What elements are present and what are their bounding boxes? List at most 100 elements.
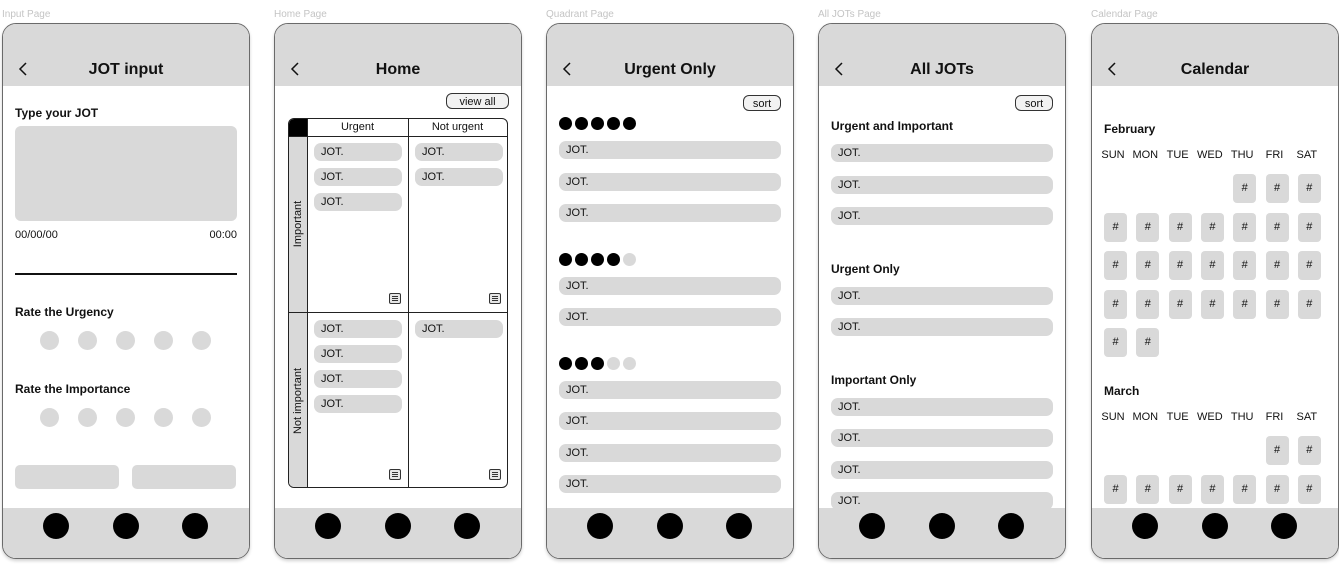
jot-item[interactable]: JOT. — [559, 141, 781, 159]
sort-button[interactable]: sort — [1015, 95, 1053, 111]
view-all-button[interactable]: view all — [446, 93, 509, 109]
calendar-day[interactable]: # — [1297, 289, 1321, 319]
calendar-day[interactable]: # — [1104, 289, 1127, 319]
jot-item[interactable]: JOT. — [559, 443, 781, 462]
cancel-button[interactable] — [15, 465, 119, 489]
calendar-day[interactable]: # — [1136, 251, 1160, 280]
calendar-day[interactable]: # — [1104, 328, 1127, 357]
nav-circle-icon[interactable] — [385, 513, 411, 539]
nav-circle-icon[interactable] — [1132, 513, 1158, 539]
hamburger-menu-icon[interactable] — [389, 469, 401, 480]
nav-circle-icon[interactable] — [315, 513, 341, 539]
jot-item[interactable]: JOT. — [314, 193, 402, 211]
jot-item[interactable]: JOT. — [831, 286, 1053, 305]
calendar-day[interactable]: # — [1265, 474, 1289, 504]
rating-dot[interactable] — [192, 408, 211, 427]
rating-dot[interactable] — [154, 331, 173, 350]
jot-item[interactable]: JOT. — [559, 475, 781, 493]
calendar-day[interactable]: # — [1265, 212, 1289, 242]
rating-dot[interactable] — [116, 408, 135, 427]
jot-item[interactable]: JOT. — [559, 172, 781, 191]
calendar-day[interactable]: # — [1265, 436, 1289, 465]
calendar-day[interactable]: # — [1168, 251, 1192, 280]
header: Calendar — [1092, 24, 1338, 86]
nav-circle-icon[interactable] — [1271, 513, 1297, 539]
calendar-day[interactable]: # — [1297, 212, 1321, 242]
jot-item[interactable]: JOT. — [831, 207, 1053, 225]
rating-dot[interactable] — [192, 331, 211, 350]
nav-circle-icon[interactable] — [657, 513, 683, 539]
nav-circle-icon[interactable] — [1202, 513, 1228, 539]
calendar-day[interactable]: # — [1297, 436, 1321, 465]
calendar-day[interactable]: # — [1104, 251, 1127, 280]
nav-circle-icon[interactable] — [182, 513, 208, 539]
hamburger-menu-icon[interactable] — [389, 293, 401, 304]
calendar-day[interactable]: # — [1136, 212, 1160, 242]
calendar-day[interactable]: # — [1297, 251, 1321, 280]
jot-item[interactable]: JOT. — [831, 144, 1053, 162]
jot-item[interactable]: JOT. — [831, 492, 1053, 508]
jot-item[interactable]: JOT. — [314, 370, 402, 388]
calendar-day[interactable]: # — [1233, 212, 1257, 242]
rating-dot[interactable] — [78, 408, 97, 427]
nav-circle-icon[interactable] — [43, 513, 69, 539]
nav-circle-icon[interactable] — [859, 513, 885, 539]
jot-item[interactable]: JOT. — [831, 175, 1053, 194]
calendar-day[interactable]: # — [1136, 328, 1160, 357]
jot-item[interactable]: JOT. — [831, 460, 1053, 479]
jot-textarea[interactable] — [15, 126, 237, 221]
rating-dot[interactable] — [116, 331, 135, 350]
save-button[interactable] — [132, 465, 236, 489]
calendar-day[interactable]: # — [1136, 289, 1160, 319]
rating-dot[interactable] — [40, 331, 59, 350]
jot-item[interactable]: JOT. — [831, 318, 1053, 336]
calendar-day[interactable]: # — [1136, 474, 1160, 504]
calendar-day[interactable]: # — [1297, 474, 1321, 504]
calendar-day[interactable]: # — [1233, 474, 1257, 504]
calendar-day[interactable]: # — [1200, 474, 1224, 504]
sort-button[interactable]: sort — [743, 95, 781, 111]
nav-circle-icon[interactable] — [113, 513, 139, 539]
rating-dot[interactable] — [154, 408, 173, 427]
hamburger-menu-icon[interactable] — [489, 293, 501, 304]
jot-item[interactable]: JOT. — [559, 412, 781, 430]
calendar-day[interactable]: # — [1233, 289, 1257, 319]
calendar-day[interactable]: # — [1200, 251, 1224, 280]
calendar-day[interactable]: # — [1233, 174, 1257, 203]
jot-item[interactable]: JOT. — [314, 395, 402, 413]
nav-circle-icon[interactable] — [587, 513, 613, 539]
jot-item[interactable]: JOT. — [415, 320, 503, 338]
nav-circle-icon[interactable] — [726, 513, 752, 539]
hamburger-menu-icon[interactable] — [489, 469, 501, 480]
calendar-day[interactable]: # — [1104, 212, 1127, 242]
calendar-content: February SUN MON TUE WED THU FRI SAT # # # # # # # # # # #… — [1092, 86, 1338, 508]
calendar-day[interactable]: # — [1104, 474, 1127, 504]
calendar-day[interactable]: # — [1168, 289, 1192, 319]
nav-circle-icon[interactable] — [454, 513, 480, 539]
calendar-day[interactable]: # — [1265, 251, 1289, 280]
jot-item[interactable]: JOT. — [415, 143, 503, 161]
jot-item[interactable]: JOT. — [559, 276, 781, 295]
jot-item[interactable]: JOT. — [314, 320, 402, 338]
calendar-day[interactable]: # — [1265, 174, 1289, 203]
calendar-day[interactable]: # — [1168, 212, 1192, 242]
calendar-day[interactable]: # — [1200, 289, 1224, 319]
jot-item[interactable]: JOT. — [831, 397, 1053, 416]
rating-dot[interactable] — [40, 408, 59, 427]
calendar-day[interactable]: # — [1200, 212, 1224, 242]
jot-item[interactable]: JOT. — [559, 380, 781, 399]
calendar-day[interactable]: # — [1265, 289, 1289, 319]
jot-item[interactable]: JOT. — [559, 204, 781, 222]
jot-item[interactable]: JOT. — [314, 345, 402, 363]
nav-circle-icon[interactable] — [929, 513, 955, 539]
jot-item[interactable]: JOT. — [415, 168, 503, 186]
jot-item[interactable]: JOT. — [314, 143, 402, 161]
rating-dot[interactable] — [78, 331, 97, 350]
calendar-day[interactable]: # — [1233, 251, 1257, 280]
jot-item[interactable]: JOT. — [831, 429, 1053, 447]
calendar-day[interactable]: # — [1297, 174, 1321, 203]
jot-item[interactable]: JOT. — [559, 308, 781, 326]
jot-item[interactable]: JOT. — [314, 168, 402, 186]
nav-circle-icon[interactable] — [998, 513, 1024, 539]
calendar-day[interactable]: # — [1168, 474, 1192, 504]
